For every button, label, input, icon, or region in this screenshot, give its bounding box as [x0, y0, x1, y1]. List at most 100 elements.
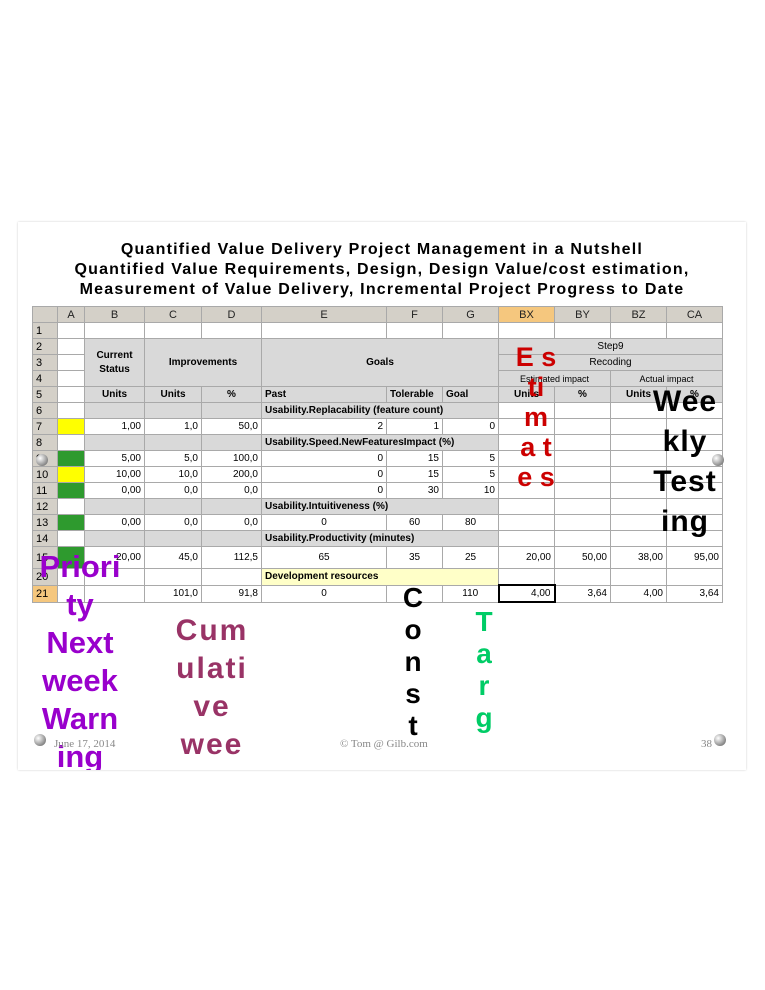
cell[interactable]: 10,00	[84, 466, 145, 483]
cell[interactable]: 5	[442, 466, 499, 483]
cell[interactable]: 91,8	[201, 584, 262, 603]
cell[interactable]: 112,5	[201, 546, 262, 569]
cell[interactable]: 0,0	[144, 482, 202, 499]
cell[interactable]: 0	[261, 466, 387, 483]
col-header-d[interactable]: D	[201, 306, 262, 323]
col-header-e[interactable]: E	[261, 306, 387, 323]
col-header-ca[interactable]: CA	[666, 306, 723, 323]
status-cell[interactable]	[57, 482, 85, 499]
row-11: 11 0,00 0,0 0,0 0 30 10	[32, 482, 723, 499]
cell[interactable]: 50,00	[554, 546, 611, 569]
cell[interactable]: 0,0	[201, 514, 262, 531]
cell[interactable]: 5,00	[84, 450, 145, 467]
row-number[interactable]: 6	[32, 402, 58, 419]
row-number[interactable]: 10	[32, 466, 58, 483]
spreadsheet: A B C D E F G BX BY BZ CA 1 2 Current St…	[32, 306, 723, 603]
row-number[interactable]: 4	[32, 370, 58, 387]
cell[interactable]: 110	[442, 584, 499, 603]
row-5: 5 Units Units % Past Tolerable Goal Unit…	[32, 386, 723, 403]
corner-cell[interactable]	[32, 306, 58, 323]
slide-title-line-2: Quantified Value Requirements, Design, D…	[74, 261, 690, 278]
row-number[interactable]: 3	[32, 354, 58, 371]
cell[interactable]: 0,0	[201, 482, 262, 499]
footer-page-number: 38	[701, 738, 712, 750]
col-header-bx[interactable]: BX	[498, 306, 555, 323]
cell[interactable]: 3,64	[554, 584, 611, 603]
row-number[interactable]: 2	[32, 338, 58, 355]
col-header-by[interactable]: BY	[554, 306, 611, 323]
row-number[interactable]: 8	[32, 434, 58, 451]
col-header-c[interactable]: C	[144, 306, 202, 323]
cell[interactable]: 45,0	[144, 546, 202, 569]
cell[interactable]: 80	[442, 514, 499, 531]
status-cell[interactable]	[57, 514, 85, 531]
cell[interactable]: 2	[261, 418, 387, 435]
row-number[interactable]: 5	[32, 386, 58, 403]
cell[interactable]: 25	[442, 546, 499, 569]
cell[interactable]: 10	[442, 482, 499, 499]
footer-date: June 17, 2014	[54, 738, 116, 750]
status-cell[interactable]	[57, 466, 85, 483]
requirement-label: Usability.Replacability (feature count)	[261, 402, 499, 419]
cell[interactable]: 0	[442, 418, 499, 435]
cell[interactable]: 0,00	[84, 514, 145, 531]
cell[interactable]: 1,0	[144, 418, 202, 435]
column-header-row: A B C D E F G BX BY BZ CA	[32, 306, 723, 323]
cell[interactable]: 0	[261, 514, 387, 531]
row-number[interactable]: 1	[32, 322, 58, 339]
row-number[interactable]: 13	[32, 514, 58, 531]
cell[interactable]: 60	[386, 514, 443, 531]
status-cell[interactable]	[57, 418, 85, 435]
row-number[interactable]: 14	[32, 530, 58, 547]
cell[interactable]: 3,64	[666, 584, 723, 603]
cell[interactable]: 50,0	[201, 418, 262, 435]
col-header-bz[interactable]: BZ	[610, 306, 667, 323]
row-8: 8 Usability.Speed.NewFeaturesImpact (%)	[32, 434, 723, 451]
cell[interactable]: 0	[261, 482, 387, 499]
cell[interactable]: 0,0	[144, 514, 202, 531]
cell[interactable]: 20,00	[498, 546, 555, 569]
row-10: 10 10,00 10,0 200,0 0 15 5	[32, 466, 723, 483]
cell[interactable]: 1	[386, 418, 443, 435]
cell[interactable]: 65	[261, 546, 387, 569]
row-6: 6 Usability.Replacability (feature count…	[32, 402, 723, 419]
cell[interactable]: 4,00	[610, 584, 667, 603]
cell[interactable]: 30	[386, 482, 443, 499]
cell[interactable]: 0,00	[84, 482, 145, 499]
cell[interactable]: 100,0	[201, 450, 262, 467]
selected-cell[interactable]: 4,00	[497, 584, 556, 603]
row-number[interactable]: 11	[32, 482, 58, 499]
cell[interactable]: 15	[386, 466, 443, 483]
units-header: Units	[144, 386, 202, 403]
tolerable-header: Tolerable	[386, 386, 443, 403]
cell[interactable]: 5,0	[144, 450, 202, 467]
cell[interactable]: 38,00	[610, 546, 667, 569]
bullet-ball-icon	[712, 454, 724, 466]
const-annotation: C o n s t	[402, 582, 424, 741]
cell[interactable]: 95,00	[666, 546, 723, 569]
col-header-b[interactable]: B	[84, 306, 145, 323]
improvements-header: Improvements	[144, 338, 262, 387]
past-header: Past	[261, 386, 387, 403]
row-14: 14 Usability.Productivity (minutes)	[32, 530, 723, 547]
row-2: 2 Current Status Improvements Goals Step…	[32, 338, 723, 387]
row-number[interactable]: 12	[32, 498, 58, 515]
cell[interactable]: 1,00	[84, 418, 145, 435]
cell[interactable]: 0	[261, 584, 387, 603]
bullet-ball-icon	[34, 734, 46, 746]
slide: Quantified Value Delivery Project Manage…	[18, 222, 746, 770]
col-header-a[interactable]: A	[57, 306, 85, 323]
col-header-f[interactable]: F	[386, 306, 443, 323]
status-cell[interactable]	[57, 450, 85, 467]
cell[interactable]: 10,0	[144, 466, 202, 483]
cell[interactable]: 101,0	[144, 584, 202, 603]
requirement-label: Usability.Intuitiveness (%)	[261, 498, 499, 515]
cell[interactable]: 15	[386, 450, 443, 467]
row-number[interactable]: 7	[32, 418, 58, 435]
cell[interactable]: 5	[442, 450, 499, 467]
row-13: 13 0,00 0,0 0,0 0 60 80	[32, 514, 723, 531]
col-header-g[interactable]: G	[442, 306, 499, 323]
cell[interactable]: 200,0	[201, 466, 262, 483]
cell[interactable]: 35	[386, 546, 443, 569]
cell[interactable]: 0	[261, 450, 387, 467]
